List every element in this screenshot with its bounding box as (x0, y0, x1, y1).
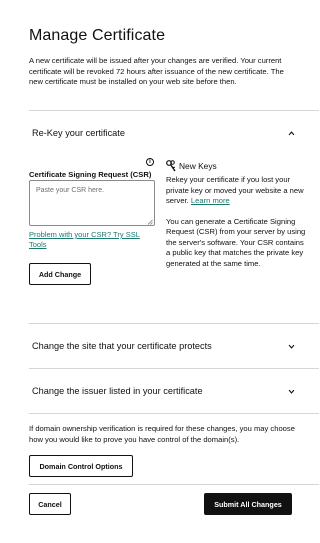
new-keys-paragraph-1: Rekey your certificate if you lost your … (166, 175, 304, 205)
change-issuer-section-title: Change the issuer listed in your certifi… (32, 386, 203, 396)
divider (29, 323, 319, 324)
resize-grip-icon[interactable] (147, 219, 153, 225)
add-change-button[interactable]: Add Change (29, 263, 91, 285)
info-icon[interactable]: i (146, 158, 154, 166)
change-issuer-section-header[interactable]: Change the issuer listed in your certifi… (16, 381, 319, 401)
csr-label: Certificate Signing Request (CSR) (29, 170, 152, 179)
rekey-section-title: Re-Key your certificate (32, 128, 125, 138)
new-keys-body: Rekey your certificate if you lost your … (166, 175, 306, 279)
chevron-up-icon (288, 130, 295, 135)
submit-all-changes-button[interactable]: Submit All Changes (204, 493, 292, 515)
divider (29, 413, 319, 414)
new-keys-paragraph-2: You can generate a Certificate Signing R… (166, 216, 306, 268)
chevron-down-icon (288, 389, 295, 394)
rekey-section-header[interactable]: Re-Key your certificate (16, 123, 319, 143)
new-keys-title: New Keys (179, 161, 217, 171)
key-icon (166, 160, 176, 172)
chevron-down-icon (288, 344, 295, 349)
domain-control-options-button[interactable]: Domain Control Options (29, 455, 133, 477)
change-site-section-title: Change the site that your certificate pr… (32, 341, 212, 351)
domain-verification-note: If domain ownership verification is requ… (29, 424, 295, 444)
cancel-button[interactable]: Cancel (29, 493, 71, 515)
manage-certificate-panel: Manage Certificate A new certificate wil… (16, 0, 319, 543)
csr-problem-link[interactable]: Problem with your CSR? Try SSL Tools (29, 230, 159, 250)
divider (29, 110, 319, 111)
intro-text: A new certificate will be issued after y… (29, 56, 284, 86)
change-site-section-header[interactable]: Change the site that your certificate pr… (16, 336, 319, 356)
new-keys-heading: New Keys (166, 160, 217, 172)
csr-input[interactable] (29, 180, 155, 226)
divider (29, 368, 319, 369)
page-title: Manage Certificate (29, 27, 166, 44)
learn-more-link[interactable]: Learn more (191, 196, 230, 205)
divider (29, 484, 319, 485)
